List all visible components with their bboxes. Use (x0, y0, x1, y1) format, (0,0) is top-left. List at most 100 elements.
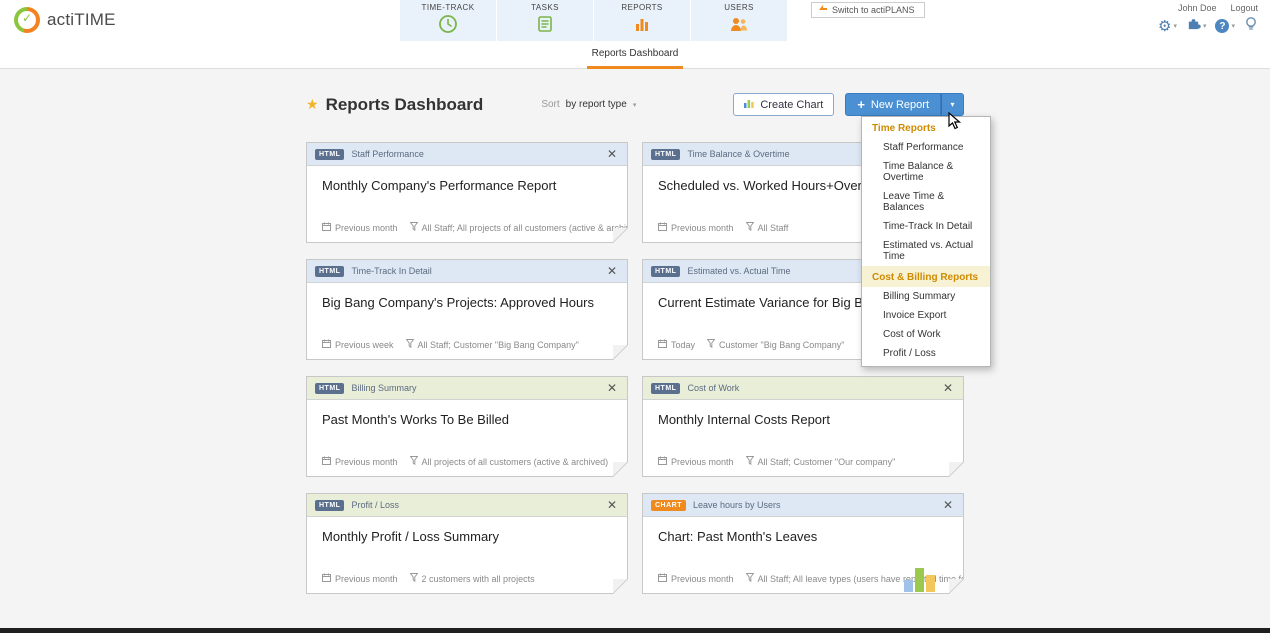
card-filter: 2 customers with all projects (409, 573, 535, 584)
actiplans-icon (818, 4, 828, 16)
card-format-badge: HTML (651, 148, 681, 160)
filter-funnel-icon (745, 222, 755, 233)
mini-chart (904, 568, 935, 592)
sort-value: by report type (565, 99, 627, 110)
card-header: HTML Profit / Loss ✕ (307, 494, 627, 517)
tips-button[interactable] (1244, 16, 1258, 36)
calendar-icon (658, 573, 667, 584)
card-type-label: Billing Summary (351, 383, 417, 393)
puzzle-icon (1186, 16, 1201, 36)
menu-item[interactable]: Time-Track In Detail (862, 217, 990, 236)
menu-section: Cost & Billing Reports Billing Summary I… (862, 266, 990, 363)
user-name[interactable]: John Doe (1178, 3, 1217, 13)
report-card: HTML Cost of Work ✕ Monthly Internal Cos… (642, 376, 964, 477)
new-report-button[interactable]: + New Report (845, 93, 941, 116)
switch-to-actiplans-button[interactable]: Switch to actiPLANS (811, 2, 925, 18)
chevron-down-icon: ▾ (1173, 23, 1177, 30)
subnav-reports-dashboard[interactable]: Reports Dashboard (586, 41, 684, 69)
logo-icon: ✓ (14, 7, 40, 33)
card-format-badge: CHART (651, 499, 686, 511)
filter-funnel-icon (409, 573, 419, 584)
menu-item[interactable]: Billing Summary (862, 287, 990, 306)
users-icon (729, 14, 749, 39)
card-period: Previous month (322, 456, 398, 467)
calendar-icon (322, 456, 331, 467)
calendar-icon (322, 339, 331, 350)
menu-section: Time Reports Staff Performance Time Bala… (862, 117, 990, 266)
clock-icon (438, 14, 458, 39)
menu-item[interactable]: Cost of Work (862, 325, 990, 344)
card-close-button[interactable]: ✕ (941, 381, 955, 395)
help-menu[interactable]: ? ▾ (1215, 19, 1235, 33)
settings-menu[interactable]: ⚙ ▾ (1158, 19, 1177, 34)
card-type-label: Cost of Work (687, 383, 740, 393)
mouse-cursor (948, 111, 964, 135)
card-close-button[interactable]: ✕ (605, 381, 619, 395)
toolbar: ★ Reports Dashboard Sort by report type … (306, 93, 964, 116)
menu-item[interactable]: Estimated vs. Actual Time (862, 236, 990, 266)
plus-icon: + (857, 97, 865, 112)
card-type-label: Leave hours by Users (693, 500, 781, 510)
card-header: HTML Time-Track In Detail ✕ (307, 260, 627, 283)
card-title[interactable]: Monthly Company's Performance Report (322, 178, 612, 193)
card-period: Previous month (658, 222, 734, 233)
filter-funnel-icon (409, 456, 419, 467)
card-close-button[interactable]: ✕ (605, 498, 619, 512)
card-close-button[interactable]: ✕ (605, 264, 619, 278)
card-close-button[interactable]: ✕ (941, 498, 955, 512)
create-chart-button[interactable]: Create Chart (733, 93, 835, 116)
bar-chart-icon (632, 14, 652, 39)
chevron-down-icon: ▾ (1231, 23, 1235, 30)
tasks-icon (535, 14, 555, 39)
card-close-button[interactable]: ✕ (605, 147, 619, 161)
card-format-badge: HTML (315, 382, 345, 394)
help-icon: ? (1215, 19, 1230, 33)
card-title[interactable]: Chart: Past Month's Leaves (658, 529, 948, 544)
menu-section-items: Staff Performance Time Balance & Overtim… (862, 138, 990, 266)
chevron-down-icon: ▾ (950, 100, 955, 109)
card-filter: Customer "Big Bang Company" (706, 339, 844, 350)
report-card: CHART Leave hours by Users ✕ Chart: Past… (642, 493, 964, 594)
tab-time-track[interactable]: TIME-TRACK (400, 0, 496, 41)
card-period: Previous week (322, 339, 394, 350)
menu-section-header: Cost & Billing Reports (862, 266, 990, 287)
tab-reports[interactable]: REPORTS (594, 0, 690, 41)
menu-section-items: Billing Summary Invoice Export Cost of W… (862, 287, 990, 363)
logout-link[interactable]: Logout (1230, 3, 1258, 13)
sort-dropdown[interactable]: Sort by report type ▾ (541, 99, 636, 110)
card-title[interactable]: Monthly Profit / Loss Summary (322, 529, 612, 544)
filter-funnel-icon (405, 339, 415, 350)
card-title[interactable]: Past Month's Works To Be Billed (322, 412, 612, 427)
top-nav: ✓ actiTIME TIME-TRACK TASKS REPORTS USER… (0, 0, 1270, 69)
card-filter: All Staff; All projects of all customers… (409, 222, 627, 233)
card-period: Previous month (658, 573, 734, 584)
chevron-down-icon: ▾ (1202, 23, 1207, 30)
menu-section-header: Time Reports (872, 123, 936, 134)
card-period: Previous month (658, 456, 734, 467)
card-type-label: Profit / Loss (351, 500, 399, 510)
report-card: HTML Billing Summary ✕ Past Month's Work… (306, 376, 628, 477)
page-title: Reports Dashboard (325, 94, 484, 114)
card-filter: All Staff (745, 222, 788, 233)
user-links: John Doe Logout (1178, 3, 1258, 13)
menu-item[interactable]: Invoice Export (862, 306, 990, 325)
app-logo[interactable]: ✓ actiTIME (14, 7, 116, 33)
tab-users[interactable]: USERS (691, 0, 787, 41)
bottom-bar (0, 628, 1270, 633)
card-header: CHART Leave hours by Users ✕ (643, 494, 963, 517)
tab-tasks[interactable]: TASKS (497, 0, 593, 41)
menu-item[interactable]: Time Balance & Overtime (862, 157, 990, 187)
card-format-badge: HTML (315, 265, 345, 277)
card-period: Today (658, 339, 695, 350)
menu-item[interactable]: Staff Performance (862, 138, 990, 157)
logo-text: actiTIME (47, 10, 116, 29)
report-card: HTML Profit / Loss ✕ Monthly Profit / Lo… (306, 493, 628, 594)
card-format-badge: HTML (315, 499, 345, 511)
calendar-icon (658, 339, 667, 350)
menu-item[interactable]: Profit / Loss (862, 344, 990, 363)
integrations-menu[interactable]: ▾ (1186, 16, 1207, 36)
menu-item[interactable]: Leave Time & Balances (862, 187, 990, 217)
card-title[interactable]: Monthly Internal Costs Report (658, 412, 948, 427)
main-tabs: TIME-TRACK TASKS REPORTS USERS (400, 0, 788, 41)
card-title[interactable]: Big Bang Company's Projects: Approved Ho… (322, 295, 612, 310)
